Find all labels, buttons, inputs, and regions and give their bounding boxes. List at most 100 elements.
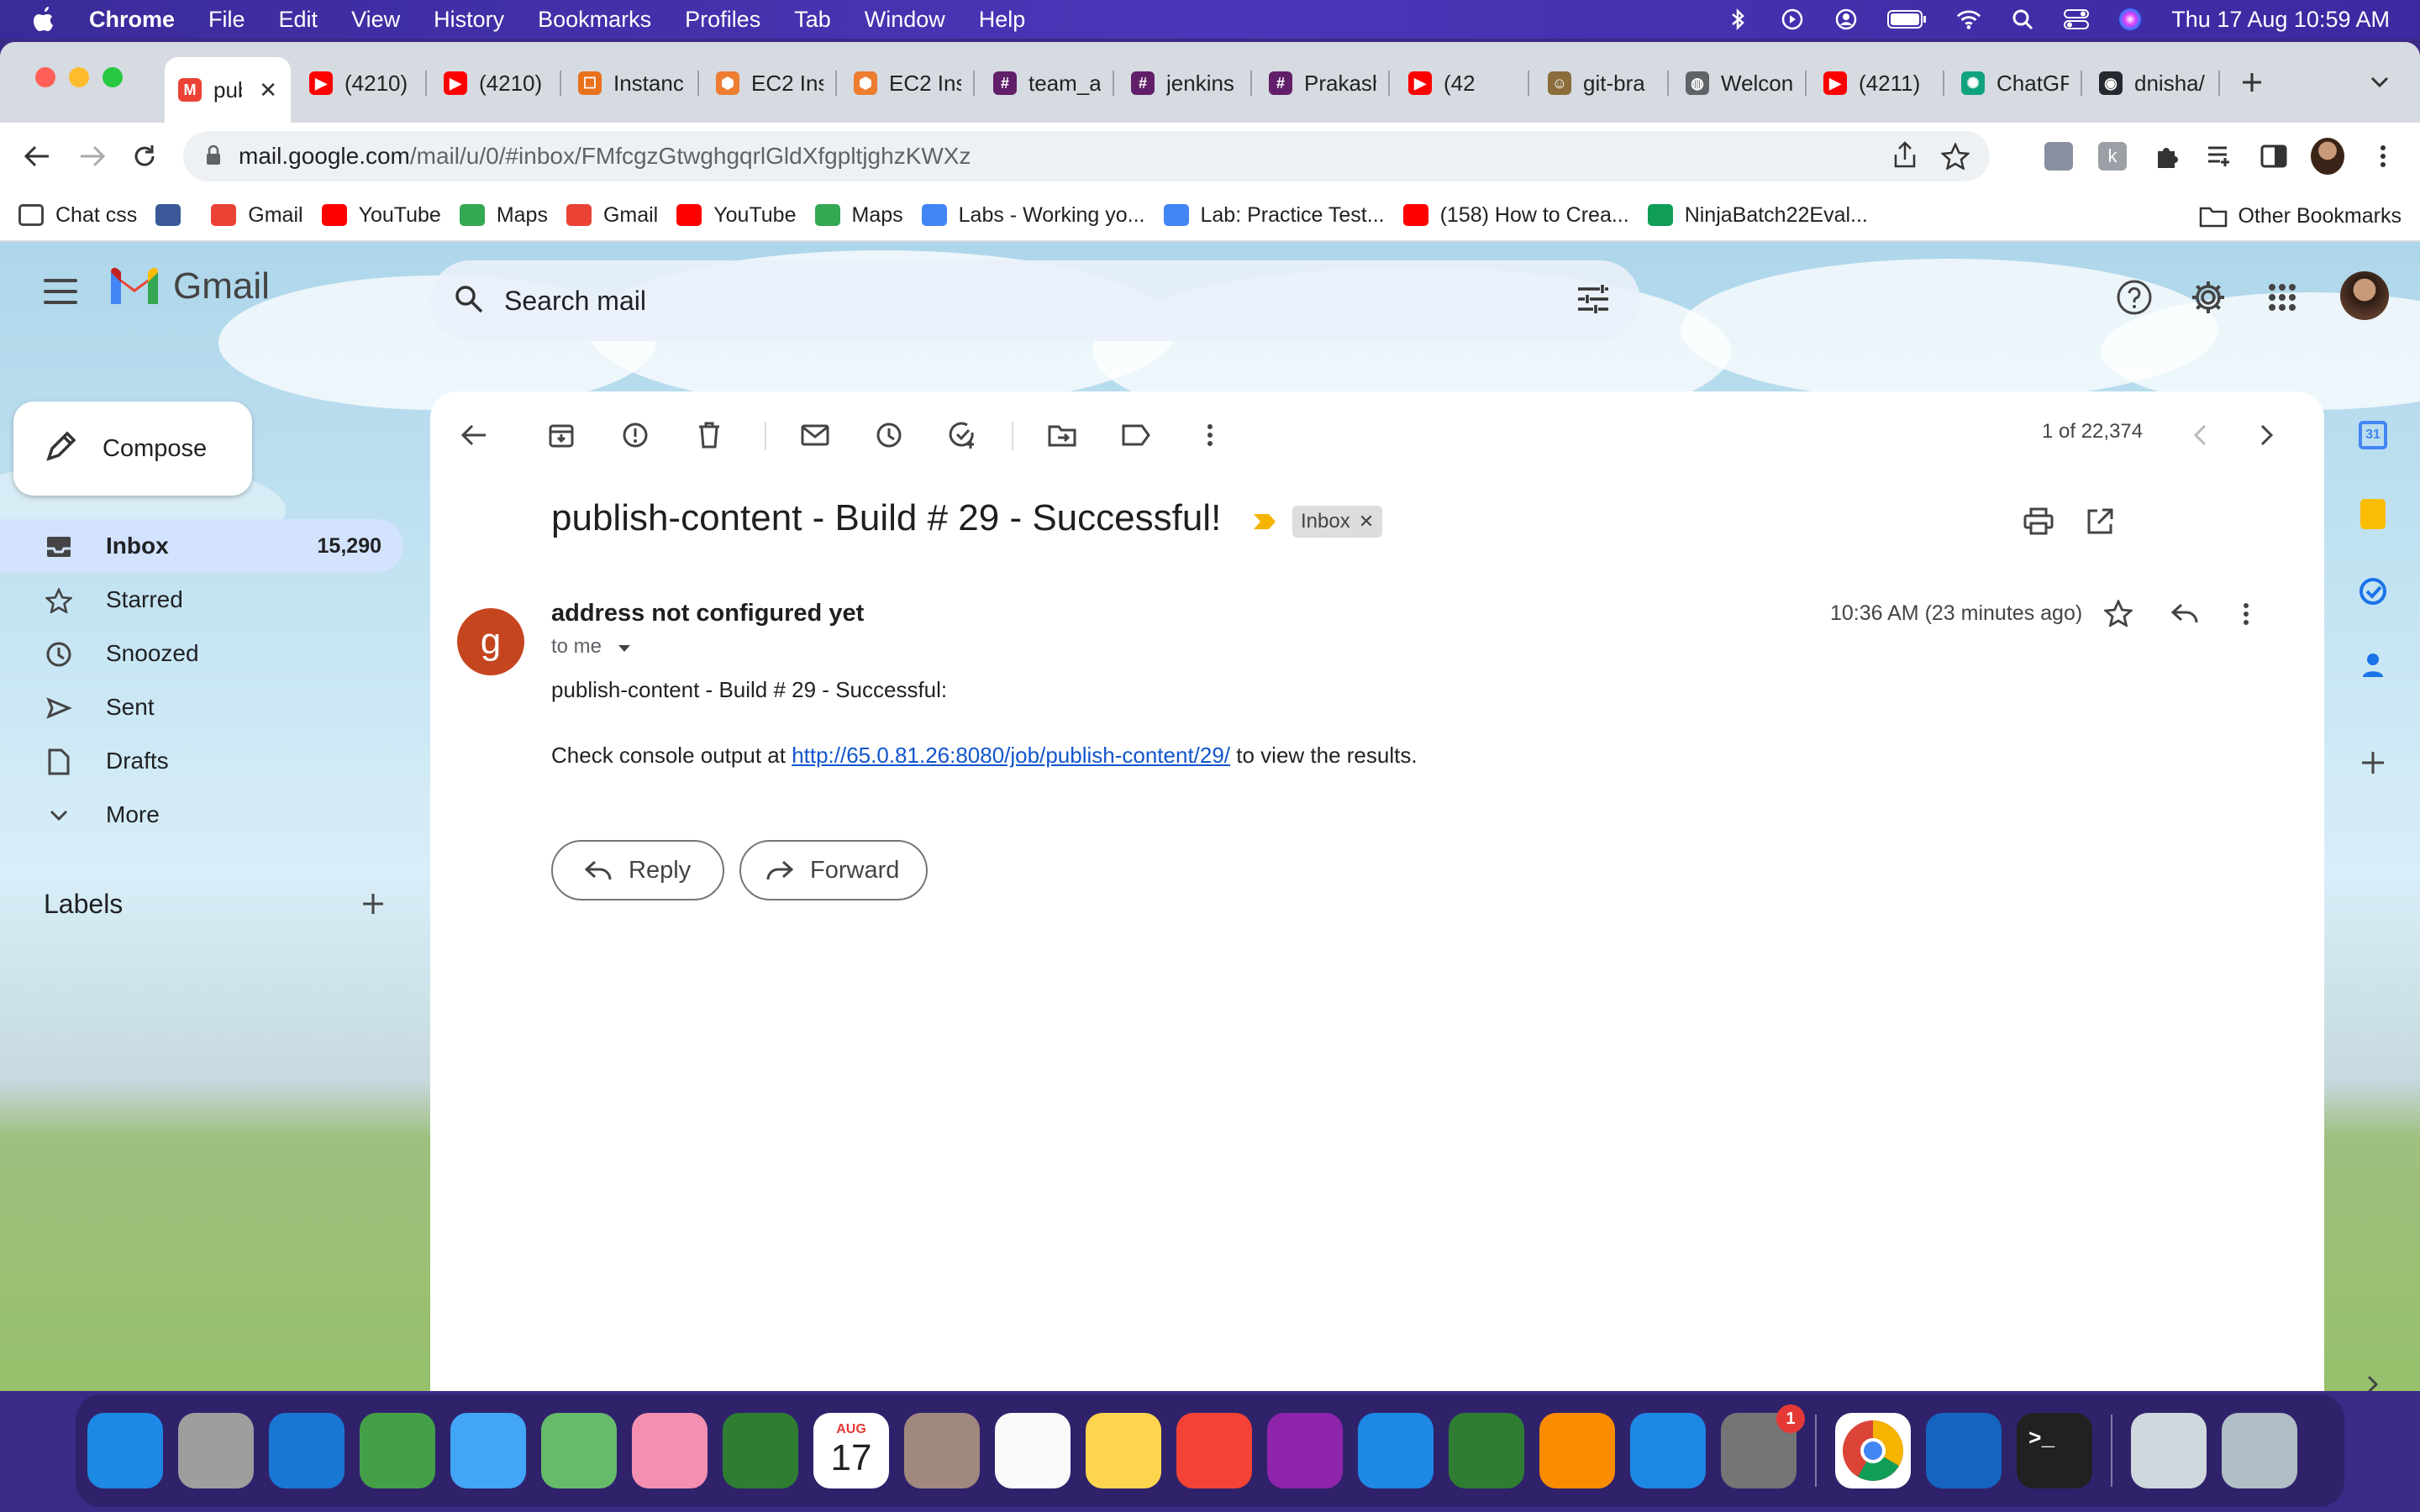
new-tab-icon[interactable] <box>2235 66 2269 99</box>
menu-edit[interactable]: Edit <box>279 7 318 33</box>
reply-icon[interactable] <box>2170 603 2200 629</box>
forward-icon[interactable] <box>76 139 109 173</box>
bluetooth-icon[interactable] <box>1726 7 1751 32</box>
side-panel-icon[interactable] <box>2257 139 2291 173</box>
dock-photos-icon[interactable] <box>632 1413 708 1488</box>
show-side-panel-chevron-icon[interactable] <box>2356 1368 2390 1391</box>
main-menu-icon[interactable] <box>44 279 77 304</box>
gmail-logo[interactable]: Gmail <box>108 265 270 307</box>
browser-tab[interactable]: ▶ (4211) <box>1810 57 1944 109</box>
wifi-icon[interactable] <box>1956 7 1981 32</box>
extension-code-icon[interactable] <box>2042 139 2075 173</box>
bookmark-item[interactable]: Maps <box>814 203 903 228</box>
bookmark-star-icon[interactable] <box>1939 141 1971 174</box>
browser-tab[interactable]: ☐ Instanc <box>565 57 699 109</box>
spotlight-search-icon[interactable] <box>2010 7 2035 32</box>
dock-system-settings-icon[interactable]: 1 <box>1721 1404 1805 1488</box>
menu-profiles[interactable]: Profiles <box>685 7 760 33</box>
browser-tab[interactable]: # Prakash <box>1255 57 1390 109</box>
search-input[interactable]: Search mail <box>504 286 646 317</box>
minimize-window-button[interactable] <box>69 67 89 87</box>
bookmark-item[interactable] <box>155 204 192 226</box>
browser-tab[interactable]: ⬢ EC2 Ins <box>702 57 837 109</box>
move-to-icon[interactable] <box>1047 420 1077 450</box>
report-spam-icon[interactable] <box>620 420 650 450</box>
search-icon[interactable] <box>454 284 484 318</box>
search-bar[interactable]: Search mail <box>430 260 1640 341</box>
dock-downloads-icon[interactable] <box>2131 1413 2207 1488</box>
menu-help[interactable]: Help <box>979 7 1026 33</box>
reload-icon[interactable] <box>128 139 161 173</box>
print-icon[interactable] <box>2023 507 2054 540</box>
browser-tab[interactable]: ▶ (42 <box>1395 57 1529 109</box>
dock-notes-icon[interactable] <box>1086 1413 1161 1488</box>
more-message-options-icon[interactable] <box>2242 601 2250 631</box>
dock-podcasts-icon[interactable] <box>1267 1413 1343 1488</box>
menu-view[interactable]: View <box>351 7 400 33</box>
dock-calendar-icon[interactable]: AUG 17 <box>813 1413 889 1488</box>
dock-chrome-icon[interactable] <box>1835 1413 1911 1488</box>
battery-icon[interactable] <box>1887 7 1928 32</box>
dock-launchpad-icon[interactable] <box>178 1413 254 1488</box>
control-center-icon[interactable] <box>2064 7 2090 32</box>
tab-search-chevron-icon[interactable] <box>2363 67 2396 97</box>
browser-tab[interactable]: # team_a <box>980 57 1114 109</box>
extensions-puzzle-icon[interactable] <box>2149 139 2183 173</box>
dock-reminders-icon[interactable] <box>995 1413 1071 1488</box>
console-output-link[interactable]: http://65.0.81.26:8080/job/publish-conte… <box>792 743 1230 768</box>
bookmark-item[interactable]: YouTube <box>321 203 441 228</box>
play-icon[interactable] <box>1780 7 1805 32</box>
profile-avatar[interactable] <box>2311 138 2344 175</box>
importance-marker-icon[interactable] <box>1252 512 1277 535</box>
dock-finder-icon[interactable] <box>87 1413 163 1488</box>
google-calendar-icon[interactable]: 31 <box>2356 418 2390 452</box>
dock-mail-icon[interactable] <box>450 1413 526 1488</box>
browser-tab[interactable]: ▶ (4210) <box>430 57 561 109</box>
settings-gear-icon[interactable] <box>2188 277 2228 318</box>
back-to-inbox-icon[interactable] <box>459 420 489 450</box>
reading-list-icon[interactable] <box>2203 139 2237 173</box>
dock-terminal-icon[interactable]: >_ <box>2017 1413 2092 1488</box>
create-label-icon[interactable] <box>356 887 390 921</box>
browser-tab[interactable]: ◉ dnisha/ <box>2086 57 2220 109</box>
inbox-label-chip[interactable]: Inbox ✕ <box>1292 506 1383 538</box>
apple-icon[interactable] <box>32 4 59 34</box>
dock-keynote-icon[interactable] <box>1358 1413 1434 1488</box>
menu-bookmarks[interactable]: Bookmarks <box>538 7 651 33</box>
dock-maps-icon[interactable] <box>541 1413 617 1488</box>
recipients-toggle[interactable]: to me <box>551 635 631 659</box>
dock-vscode-icon[interactable] <box>1926 1413 2002 1488</box>
compose-button[interactable]: Compose <box>13 402 252 496</box>
share-icon[interactable] <box>1892 141 1918 174</box>
delete-trash-icon[interactable] <box>694 420 724 450</box>
forward-button[interactable]: Forward <box>739 840 928 900</box>
nav-item-drafts[interactable]: Drafts <box>0 734 403 788</box>
clock[interactable]: Thu 17 Aug 10:59 AM <box>2171 7 2390 33</box>
address-bar[interactable]: mail.google.com/mail/u/0/#inbox/FMfcgzGt… <box>183 131 1990 181</box>
bookmark-item[interactable]: Maps <box>459 203 548 228</box>
siri-icon[interactable] <box>2118 7 2143 32</box>
bookmark-item[interactable]: NinjaBatch22Eval... <box>1647 203 1868 228</box>
menu-tab[interactable]: Tab <box>794 7 831 33</box>
archive-icon[interactable] <box>546 420 576 450</box>
url-text[interactable]: mail.google.com/mail/u/0/#inbox/FMfcgzGt… <box>239 143 971 170</box>
dock-messages-icon[interactable] <box>360 1413 435 1488</box>
dock-numbers-icon[interactable] <box>1449 1413 1524 1488</box>
extension-k-icon[interactable]: k <box>2096 139 2129 173</box>
bookmark-item[interactable]: (158) How to Crea... <box>1402 203 1629 228</box>
open-in-new-window-icon[interactable] <box>2086 507 2114 540</box>
add-to-tasks-icon[interactable] <box>948 420 978 450</box>
newer-chevron-icon[interactable] <box>2185 420 2215 450</box>
google-tasks-icon[interactable] <box>2356 575 2390 608</box>
bookmark-item[interactable]: YouTube <box>676 203 797 228</box>
nav-item-more[interactable]: More <box>0 788 403 842</box>
star-email-icon[interactable] <box>2102 598 2134 631</box>
bookmark-item[interactable]: Labs - Working yo... <box>921 203 1145 228</box>
other-bookmarks[interactable]: Other Bookmarks <box>2199 190 2402 242</box>
apps-grid-icon[interactable] <box>2262 277 2302 318</box>
dock-trash-icon[interactable] <box>2222 1413 2297 1488</box>
dock-music-icon[interactable] <box>1176 1413 1252 1488</box>
menu-history[interactable]: History <box>434 7 504 33</box>
more-options-icon[interactable] <box>1195 420 1225 450</box>
mark-unread-icon[interactable] <box>800 420 830 450</box>
